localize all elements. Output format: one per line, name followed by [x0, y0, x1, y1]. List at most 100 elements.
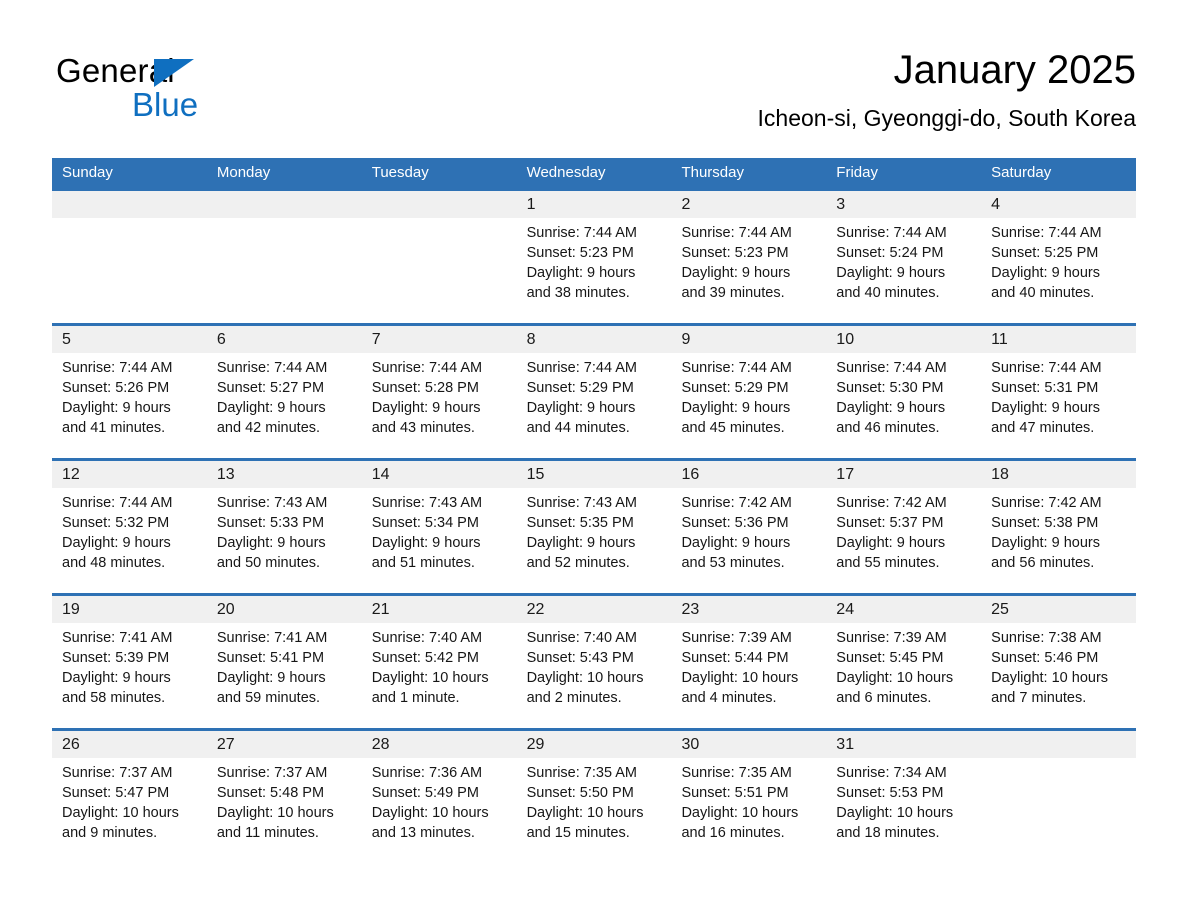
day-details: Sunrise: 7:36 AM Sunset: 5:49 PM Dayligh… [372, 763, 517, 843]
day-details: Sunrise: 7:44 AM Sunset: 5:26 PM Dayligh… [62, 358, 207, 438]
day-cell[interactable]: 21 Sunrise: 7:40 AM Sunset: 5:42 PM Dayl… [362, 596, 517, 728]
day-cell[interactable]: 18 Sunrise: 7:42 AM Sunset: 5:38 PM Dayl… [981, 461, 1136, 593]
sunset-text: Sunset: 5:36 PM [681, 515, 789, 531]
day-number: 19 [62, 601, 80, 618]
daylight-text-line2: and 4 minutes. [681, 690, 777, 706]
day-details: Sunrise: 7:37 AM Sunset: 5:47 PM Dayligh… [62, 763, 207, 843]
day-cell[interactable]: 3 Sunrise: 7:44 AM Sunset: 5:24 PM Dayli… [826, 191, 981, 323]
sunset-text: Sunset: 5:47 PM [62, 785, 170, 801]
daylight-text-line2: and 50 minutes. [216, 555, 321, 571]
sunset-text: Sunset: 5:45 PM [836, 650, 944, 666]
sunset-text: Sunset: 5:23 PM [681, 245, 789, 261]
sunrise-text: Sunrise: 7:44 AM [681, 225, 792, 241]
day-cell[interactable]: 26 Sunrise: 7:37 AM Sunset: 5:47 PM Dayl… [52, 731, 207, 863]
sunset-text: Sunset: 5:35 PM [526, 515, 634, 531]
day-cell[interactable] [207, 191, 362, 323]
day-details: Sunrise: 7:44 AM Sunset: 5:31 PM Dayligh… [991, 358, 1136, 438]
sunset-text: Sunset: 5:24 PM [836, 245, 944, 261]
day-cell[interactable]: 9 Sunrise: 7:44 AM Sunset: 5:29 PM Dayli… [671, 326, 826, 458]
day-cell[interactable]: 14 Sunrise: 7:43 AM Sunset: 5:34 PM Dayl… [362, 461, 517, 593]
day-cell[interactable]: 25 Sunrise: 7:38 AM Sunset: 5:46 PM Dayl… [981, 596, 1136, 728]
day-details: Sunrise: 7:44 AM Sunset: 5:32 PM Dayligh… [62, 493, 207, 573]
daylight-text-line2: and 46 minutes. [836, 420, 940, 436]
sunrise-text: Sunrise: 7:35 AM [526, 765, 637, 781]
sunrise-text: Sunrise: 7:42 AM [836, 495, 947, 511]
day-number: 4 [991, 196, 1001, 213]
day-cell[interactable]: 7 Sunrise: 7:44 AM Sunset: 5:28 PM Dayli… [362, 326, 517, 458]
day-cell[interactable] [362, 191, 517, 323]
day-details: Sunrise: 7:41 AM Sunset: 5:39 PM Dayligh… [62, 628, 207, 708]
day-cell[interactable]: 13 Sunrise: 7:43 AM Sunset: 5:33 PM Dayl… [207, 461, 362, 593]
daylight-text-line1: Daylight: 10 hours [991, 670, 1109, 686]
day-cell[interactable]: 31 Sunrise: 7:34 AM Sunset: 5:53 PM Dayl… [826, 731, 981, 863]
day-number: 6 [216, 331, 226, 348]
daylight-text-line1: Daylight: 10 hours [526, 805, 644, 821]
daylight-text-line2: and 11 minutes. [216, 825, 319, 841]
day-details: Sunrise: 7:44 AM Sunset: 5:30 PM Dayligh… [836, 358, 981, 438]
sunset-text: Sunset: 5:37 PM [836, 515, 944, 531]
weekday-header-monday: Monday [216, 164, 271, 181]
daylight-text-line2: and 55 minutes. [836, 555, 940, 571]
day-cell[interactable] [981, 731, 1136, 863]
day-details: Sunrise: 7:42 AM Sunset: 5:37 PM Dayligh… [836, 493, 981, 573]
daylight-text-line2: and 52 minutes. [526, 555, 630, 571]
day-cell[interactable]: 8 Sunrise: 7:44 AM Sunset: 5:29 PM Dayli… [517, 326, 672, 458]
daylight-text-line2: and 44 minutes. [526, 420, 630, 436]
sunset-text: Sunset: 5:30 PM [836, 380, 944, 396]
day-cell[interactable]: 11 Sunrise: 7:44 AM Sunset: 5:31 PM Dayl… [981, 326, 1136, 458]
day-cell[interactable]: 22 Sunrise: 7:40 AM Sunset: 5:43 PM Dayl… [517, 596, 672, 728]
day-cell[interactable]: 12 Sunrise: 7:44 AM Sunset: 5:32 PM Dayl… [52, 461, 207, 593]
day-cell[interactable] [52, 191, 207, 323]
sunrise-text: Sunrise: 7:41 AM [62, 630, 173, 646]
day-cell[interactable]: 17 Sunrise: 7:42 AM Sunset: 5:37 PM Dayl… [826, 461, 981, 593]
day-cell[interactable]: 19 Sunrise: 7:41 AM Sunset: 5:39 PM Dayl… [52, 596, 207, 728]
day-cell[interactable]: 4 Sunrise: 7:44 AM Sunset: 5:25 PM Dayli… [981, 191, 1136, 323]
sunset-text: Sunset: 5:39 PM [62, 650, 170, 666]
daylight-text-line1: Daylight: 10 hours [371, 670, 489, 686]
sunrise-text: Sunrise: 7:44 AM [991, 360, 1102, 376]
day-cell[interactable]: 29 Sunrise: 7:35 AM Sunset: 5:50 PM Dayl… [517, 731, 672, 863]
day-cell[interactable]: 2 Sunrise: 7:44 AM Sunset: 5:23 PM Dayli… [671, 191, 826, 323]
daylight-text-line1: Daylight: 10 hours [681, 805, 799, 821]
day-cell[interactable]: 16 Sunrise: 7:42 AM Sunset: 5:36 PM Dayl… [671, 461, 826, 593]
day-cell[interactable]: 28 Sunrise: 7:36 AM Sunset: 5:49 PM Dayl… [362, 731, 517, 863]
sunset-text: Sunset: 5:46 PM [991, 650, 1099, 666]
triangle-icon [154, 59, 194, 87]
sunset-text: Sunset: 5:51 PM [681, 785, 789, 801]
daylight-text-line1: Daylight: 10 hours [371, 805, 489, 821]
day-number: 18 [991, 466, 1009, 483]
sunset-text: Sunset: 5:38 PM [991, 515, 1099, 531]
day-cell[interactable]: 23 Sunrise: 7:39 AM Sunset: 5:44 PM Dayl… [671, 596, 826, 728]
page-header: General Blue January 2025 Icheon-si, Gye… [52, 44, 1136, 148]
sunrise-text: Sunrise: 7:37 AM [62, 765, 173, 781]
sunrise-text: Sunrise: 7:43 AM [526, 495, 637, 511]
sunset-text: Sunset: 5:26 PM [62, 380, 170, 396]
day-cell[interactable]: 27 Sunrise: 7:37 AM Sunset: 5:48 PM Dayl… [207, 731, 362, 863]
day-cell[interactable]: 5 Sunrise: 7:44 AM Sunset: 5:26 PM Dayli… [52, 326, 207, 458]
day-cell[interactable]: 10 Sunrise: 7:44 AM Sunset: 5:30 PM Dayl… [826, 326, 981, 458]
generalblue-logo[interactable]: General Blue [56, 52, 356, 138]
sunset-text: Sunset: 5:27 PM [216, 380, 325, 396]
sunrise-text: Sunrise: 7:44 AM [526, 225, 637, 241]
day-details: Sunrise: 7:44 AM Sunset: 5:23 PM Dayligh… [527, 223, 672, 303]
day-number: 27 [216, 736, 235, 753]
daylight-text-line1: Daylight: 10 hours [681, 670, 799, 686]
weekday-header-row: Sunday Monday Tuesday Wednesday Thursday… [52, 158, 1136, 188]
day-details: Sunrise: 7:44 AM Sunset: 5:29 PM Dayligh… [527, 358, 672, 438]
sunrise-text: Sunrise: 7:42 AM [681, 495, 792, 511]
sunset-text: Sunset: 5:48 PM [216, 785, 325, 801]
day-cell[interactable]: 6 Sunrise: 7:44 AM Sunset: 5:27 PM Dayli… [207, 326, 362, 458]
day-cell[interactable]: 20 Sunrise: 7:41 AM Sunset: 5:41 PM Dayl… [207, 596, 362, 728]
sunrise-text: Sunrise: 7:44 AM [526, 360, 637, 376]
daylight-text-line1: Daylight: 9 hours [62, 400, 171, 416]
day-cell[interactable]: 30 Sunrise: 7:35 AM Sunset: 5:51 PM Dayl… [671, 731, 826, 863]
daylight-text-line1: Daylight: 9 hours [62, 670, 171, 686]
day-cell[interactable]: 1 Sunrise: 7:44 AM Sunset: 5:23 PM Dayli… [517, 191, 672, 323]
day-details: Sunrise: 7:39 AM Sunset: 5:44 PM Dayligh… [681, 628, 826, 708]
day-cell[interactable]: 24 Sunrise: 7:39 AM Sunset: 5:45 PM Dayl… [826, 596, 981, 728]
sunrise-text: Sunrise: 7:39 AM [836, 630, 947, 646]
daylight-text-line1: Daylight: 9 hours [681, 400, 791, 416]
daylight-text-line1: Daylight: 10 hours [216, 805, 334, 821]
day-cell[interactable]: 15 Sunrise: 7:43 AM Sunset: 5:35 PM Dayl… [517, 461, 672, 593]
sunrise-text: Sunrise: 7:44 AM [681, 360, 792, 376]
